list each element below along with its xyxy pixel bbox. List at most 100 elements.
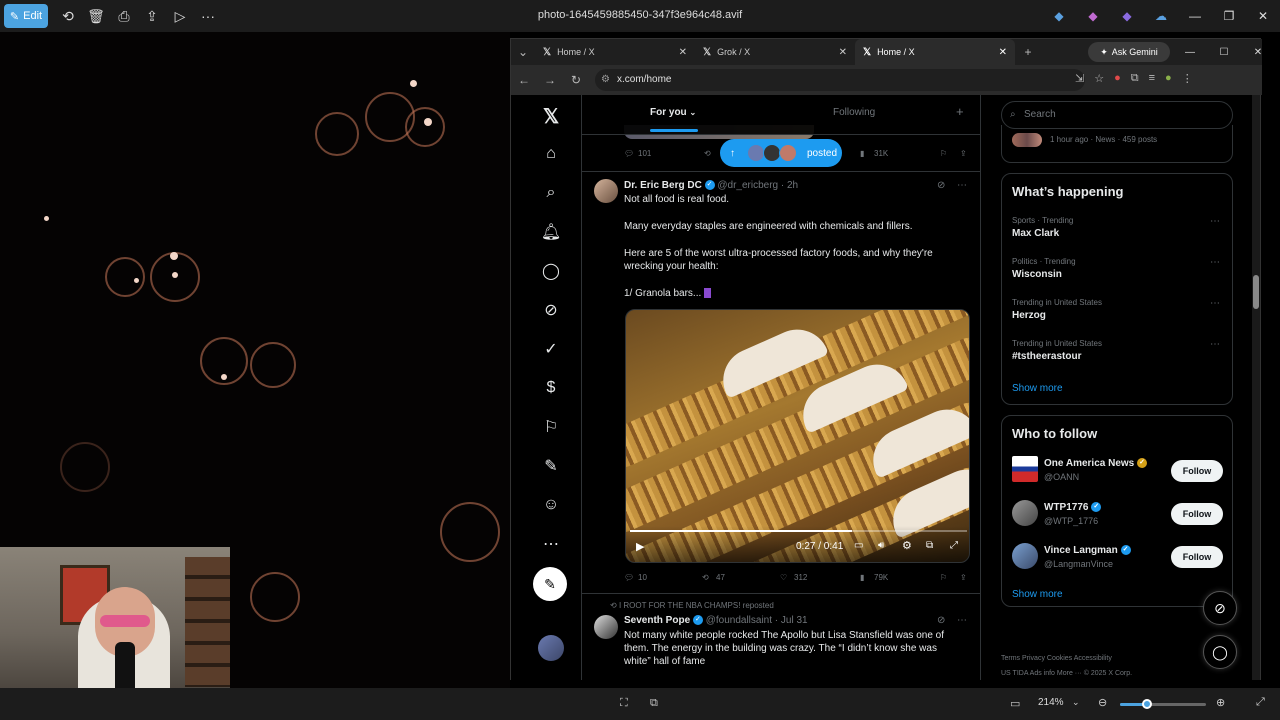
reply-icon[interactable]: 💬︎ — [624, 573, 634, 582]
share-icon[interactable]: ⇪ — [138, 4, 166, 28]
app-icon-3[interactable]: ◆ — [1110, 9, 1144, 23]
add-tab-icon[interactable]: + — [956, 104, 964, 119]
author-name[interactable]: Dr. Eric Berg DC — [624, 180, 702, 191]
bookmark-icon[interactable]: ⚐ — [940, 149, 947, 158]
share-icon[interactable]: ⇪ — [960, 573, 967, 582]
repost-icon[interactable]: ⟲ — [704, 149, 711, 158]
more-icon[interactable]: ⋯ — [538, 531, 564, 557]
tab-home-active[interactable]: 𝕏 Home / X ✕ — [855, 39, 1015, 65]
account-avatar[interactable] — [538, 635, 564, 661]
trend-name[interactable]: #tstheerastour — [1012, 351, 1081, 362]
volume-icon[interactable]: 🔊︎ — [878, 540, 884, 551]
follow-name[interactable]: Vince Langman ✓ — [1044, 545, 1131, 556]
video-progress-track[interactable] — [630, 530, 967, 532]
pip-icon[interactable]: ⧉ — [926, 540, 933, 551]
more-icon[interactable]: ··· — [194, 4, 222, 28]
follow-button[interactable]: Follow — [1171, 503, 1223, 525]
tab-close-icon[interactable]: ✕ — [679, 47, 687, 58]
follow-handle[interactable]: @WTP_1776 — [1044, 516, 1098, 526]
scrollbar[interactable] — [1252, 95, 1260, 680]
author-handle[interactable]: @foundallsaint — [706, 615, 772, 626]
trend-name[interactable]: Herzog — [1012, 310, 1046, 321]
reading-list-icon[interactable]: ≡ — [1149, 72, 1155, 85]
captions-icon[interactable]: ▭ — [854, 540, 863, 551]
messages-fab-icon[interactable]: ◯ — [1203, 635, 1237, 669]
app-icon-2[interactable]: ◆ — [1076, 9, 1110, 23]
video-player[interactable]: ▶ 0:27 / 0:41 ▭ 🔊︎ ⚙ ⧉ ⤢ — [625, 309, 970, 563]
author-name[interactable]: Seventh Pope — [624, 615, 690, 626]
follow-button[interactable]: Follow — [1171, 546, 1223, 568]
grok-fab-icon[interactable]: ⊘ — [1203, 591, 1237, 625]
like-icon[interactable]: ♡ — [780, 573, 787, 582]
avatar-oann[interactable] — [1012, 456, 1038, 482]
install-icon[interactable]: ⇲ — [1075, 72, 1084, 85]
adblock-icon[interactable]: ● — [1114, 72, 1121, 85]
news-box[interactable]: 1 hour ago · News · 459 posts — [1001, 125, 1233, 163]
browser-close-icon[interactable]: ✕ — [1241, 47, 1275, 58]
messages-icon[interactable]: ◯ — [538, 258, 564, 284]
zoom-slider[interactable] — [1120, 699, 1206, 709]
search-icon[interactable]: ⌕ — [538, 180, 564, 206]
timestamp[interactable]: · Jul 31 — [775, 615, 808, 626]
browser-minimize-icon[interactable]: — — [1173, 47, 1207, 58]
scroll-thumb[interactable] — [1253, 275, 1259, 309]
fullscreen-icon[interactable]: ⤢ — [950, 540, 958, 551]
delete-icon[interactable]: 🗑 — [82, 4, 110, 28]
browser-maximize-icon[interactable]: ☐ — [1207, 47, 1241, 58]
new-posts-pill[interactable]: ↑ posted — [720, 139, 842, 167]
grok-icon[interactable]: ⊘ — [937, 614, 945, 628]
play-icon[interactable]: ▶ — [636, 540, 644, 553]
crop-icon[interactable]: ⧉ — [650, 697, 658, 710]
bookmark-icon[interactable]: ⚐ — [940, 573, 947, 582]
show-more-link[interactable]: Show more — [1012, 383, 1063, 394]
trend-more-icon[interactable]: ⋯ — [1210, 257, 1220, 268]
x-logo-icon[interactable]: 𝕏 — [538, 103, 564, 129]
trend-more-icon[interactable]: ⋯ — [1210, 298, 1220, 309]
zoom-in-icon[interactable]: ⊕ — [1216, 696, 1225, 709]
profile-icon[interactable]: ☺ — [538, 492, 564, 518]
minimize-icon[interactable]: — — [1178, 9, 1212, 23]
notifications-icon[interactable]: 🔔︎ — [538, 219, 564, 245]
tab-home-1[interactable]: 𝕏 Home / X ✕ — [535, 39, 695, 65]
repost-icon[interactable]: ⟲ — [702, 573, 709, 582]
timestamp[interactable]: · 2h — [781, 180, 798, 191]
edit-button[interactable]: ✎ Edit — [4, 4, 48, 28]
tab-for-you[interactable]: For you ⌄ — [650, 107, 696, 118]
tab-following[interactable]: Following — [833, 107, 875, 118]
share-icon[interactable]: ⇪ — [960, 149, 967, 158]
more-options-icon[interactable]: ⋯ — [957, 614, 967, 628]
new-tab-icon[interactable]: + — [1015, 45, 1041, 59]
settings-icon[interactable]: ⚙ — [902, 539, 912, 552]
articles-icon[interactable]: ✎ — [538, 453, 564, 479]
reply-icon[interactable]: 💬︎ — [624, 149, 634, 158]
app-icon-4[interactable]: ☁ — [1144, 9, 1178, 23]
more-options-icon[interactable]: ⋯ — [957, 179, 967, 193]
back-icon[interactable]: ← — [511, 73, 537, 87]
follow-handle[interactable]: @OANN — [1044, 472, 1079, 482]
follow-button[interactable]: Follow — [1171, 460, 1223, 482]
views-icon[interactable]: ▮ — [860, 573, 864, 582]
tab-search-icon[interactable]: ⌄ — [511, 45, 535, 59]
profile-icon[interactable]: ● — [1165, 72, 1172, 85]
avatar-wtp[interactable] — [1012, 500, 1038, 526]
rotate-icon[interactable]: ⟲ — [54, 4, 82, 28]
avatar[interactable] — [594, 615, 618, 639]
menu-icon[interactable]: ⋮ — [1182, 72, 1193, 85]
fullscreen-icon[interactable]: ⤢ — [1256, 696, 1265, 709]
url-field[interactable]: ⚙ x.com/home — [595, 69, 1085, 91]
follow-name[interactable]: WTP1776 ✓ — [1044, 502, 1102, 513]
maximize-icon[interactable]: ❐ — [1212, 9, 1246, 23]
app-icon-1[interactable]: ◆ — [1042, 9, 1076, 23]
bookmark-star-icon[interactable]: ☆ — [1094, 72, 1104, 85]
tab-close-icon[interactable]: ✕ — [999, 47, 1007, 58]
ask-gemini-button[interactable]: ✦ Ask Gemini — [1088, 42, 1170, 62]
trend-name[interactable]: Max Clark — [1012, 228, 1059, 239]
avatar-vince[interactable] — [1012, 543, 1038, 569]
print-icon[interactable]: ⎙ — [110, 4, 138, 28]
footer-links[interactable]: Terms Privacy Cookies Accessibility — [1001, 655, 1112, 662]
grok-icon[interactable]: ⊘ — [937, 179, 945, 193]
trend-more-icon[interactable]: ⋯ — [1210, 216, 1220, 227]
home-icon[interactable]: ⌂ — [538, 141, 564, 167]
premium-icon[interactable]: ✓ — [538, 336, 564, 362]
author-handle[interactable]: @dr_ericberg — [717, 180, 778, 191]
